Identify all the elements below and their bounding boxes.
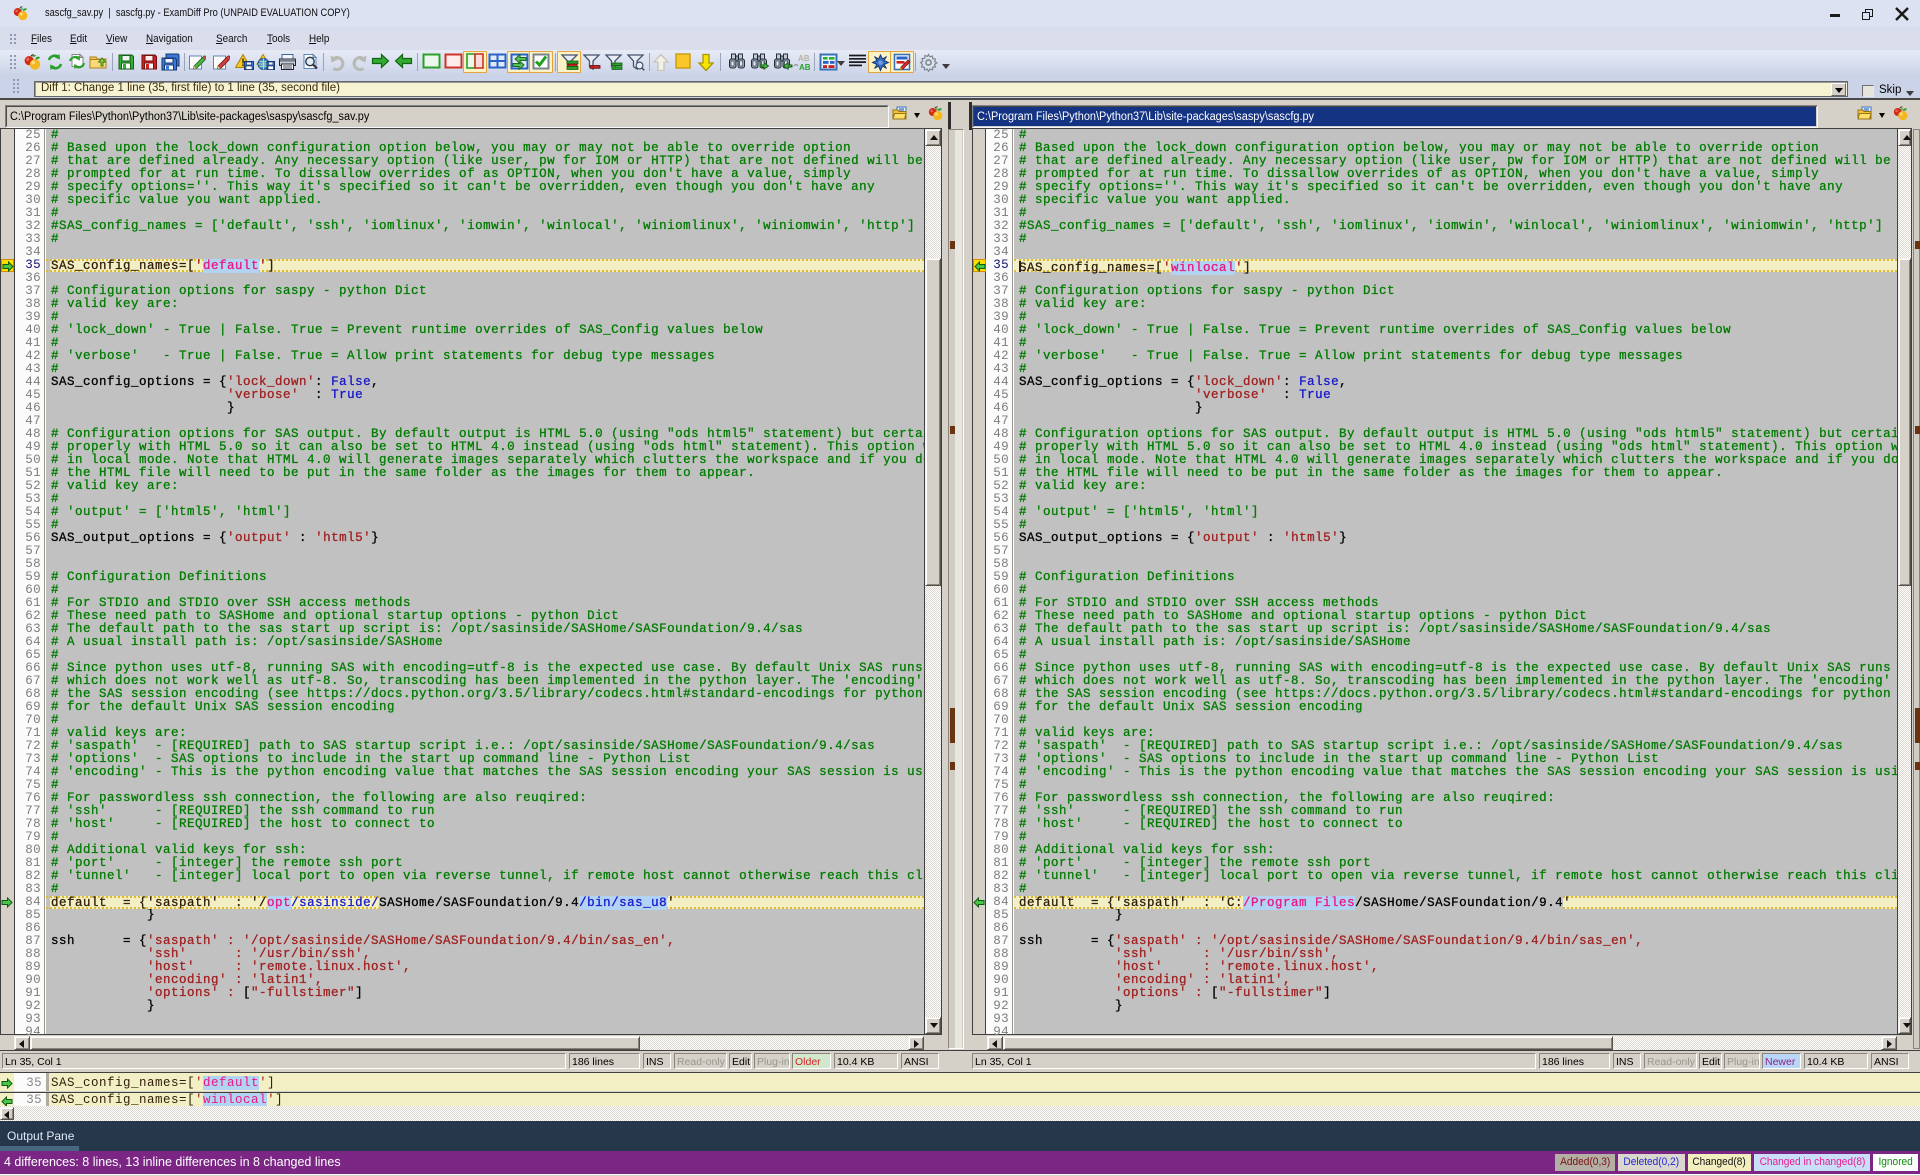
svg-text:AB: AB — [799, 63, 811, 72]
svg-text:AB: AB — [798, 54, 810, 63]
